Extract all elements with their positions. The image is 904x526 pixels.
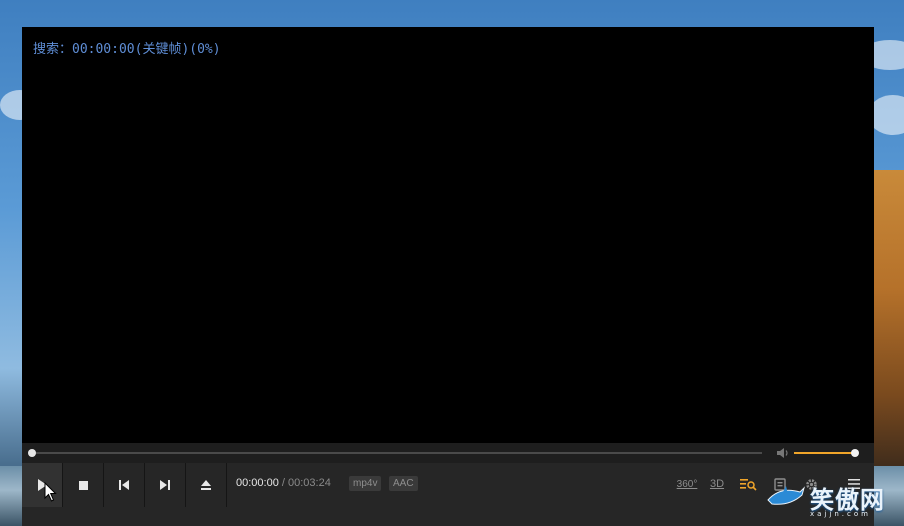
frame-search-icon [739,478,757,491]
control-bar: 00:00:00 / 00:03:24 mp4v AAC 360° 3D [22,463,874,526]
skip-next-icon [160,480,170,490]
3d-label: 3D [709,478,725,490]
site-watermark-logo: 笑傲网 xajjn.com [766,482,896,522]
vr360-button[interactable]: 360° [676,474,698,494]
audio-codec-badge: AAC [389,476,418,491]
stop-button[interactable] [63,463,104,507]
volume-level-fill [794,452,856,454]
current-time: 00:00:00 [236,477,279,489]
seek-handle[interactable] [28,449,36,457]
next-button[interactable] [145,463,186,507]
stop-icon [78,480,88,490]
eject-icon [201,480,211,490]
video-codec-badge: mp4v [349,476,382,491]
seek-bar-row [22,443,874,463]
background-cliff [870,170,904,470]
video-player-window: 搜索：00:00:00(关键帧)(0%) 00:00:00 / 00:03:24… [22,27,874,526]
frame-search-button[interactable] [738,474,758,494]
volume-handle[interactable] [851,449,860,457]
seek-track[interactable] [32,452,762,454]
3d-button[interactable]: 3D [707,474,727,494]
total-time: 00:03:24 [288,477,331,489]
mouse-cursor-icon [44,482,57,502]
vr360-label: 360° [676,478,698,490]
volume-slider[interactable] [794,449,860,457]
osd-seek-status: 搜索：00:00:00(关键帧)(0%) [33,42,221,57]
watermark-subtext: xajjn.com [810,510,871,518]
shark-logo-icon [767,486,806,505]
time-display: 00:00:00 / 00:03:24 [236,477,331,489]
eject-button[interactable] [186,463,227,507]
skip-previous-icon [119,480,129,490]
video-area[interactable]: 搜索：00:00:00(关键帧)(0%) [22,27,874,443]
volume-icon[interactable] [776,447,790,459]
previous-button[interactable] [104,463,145,507]
time-separator: / [281,477,285,489]
